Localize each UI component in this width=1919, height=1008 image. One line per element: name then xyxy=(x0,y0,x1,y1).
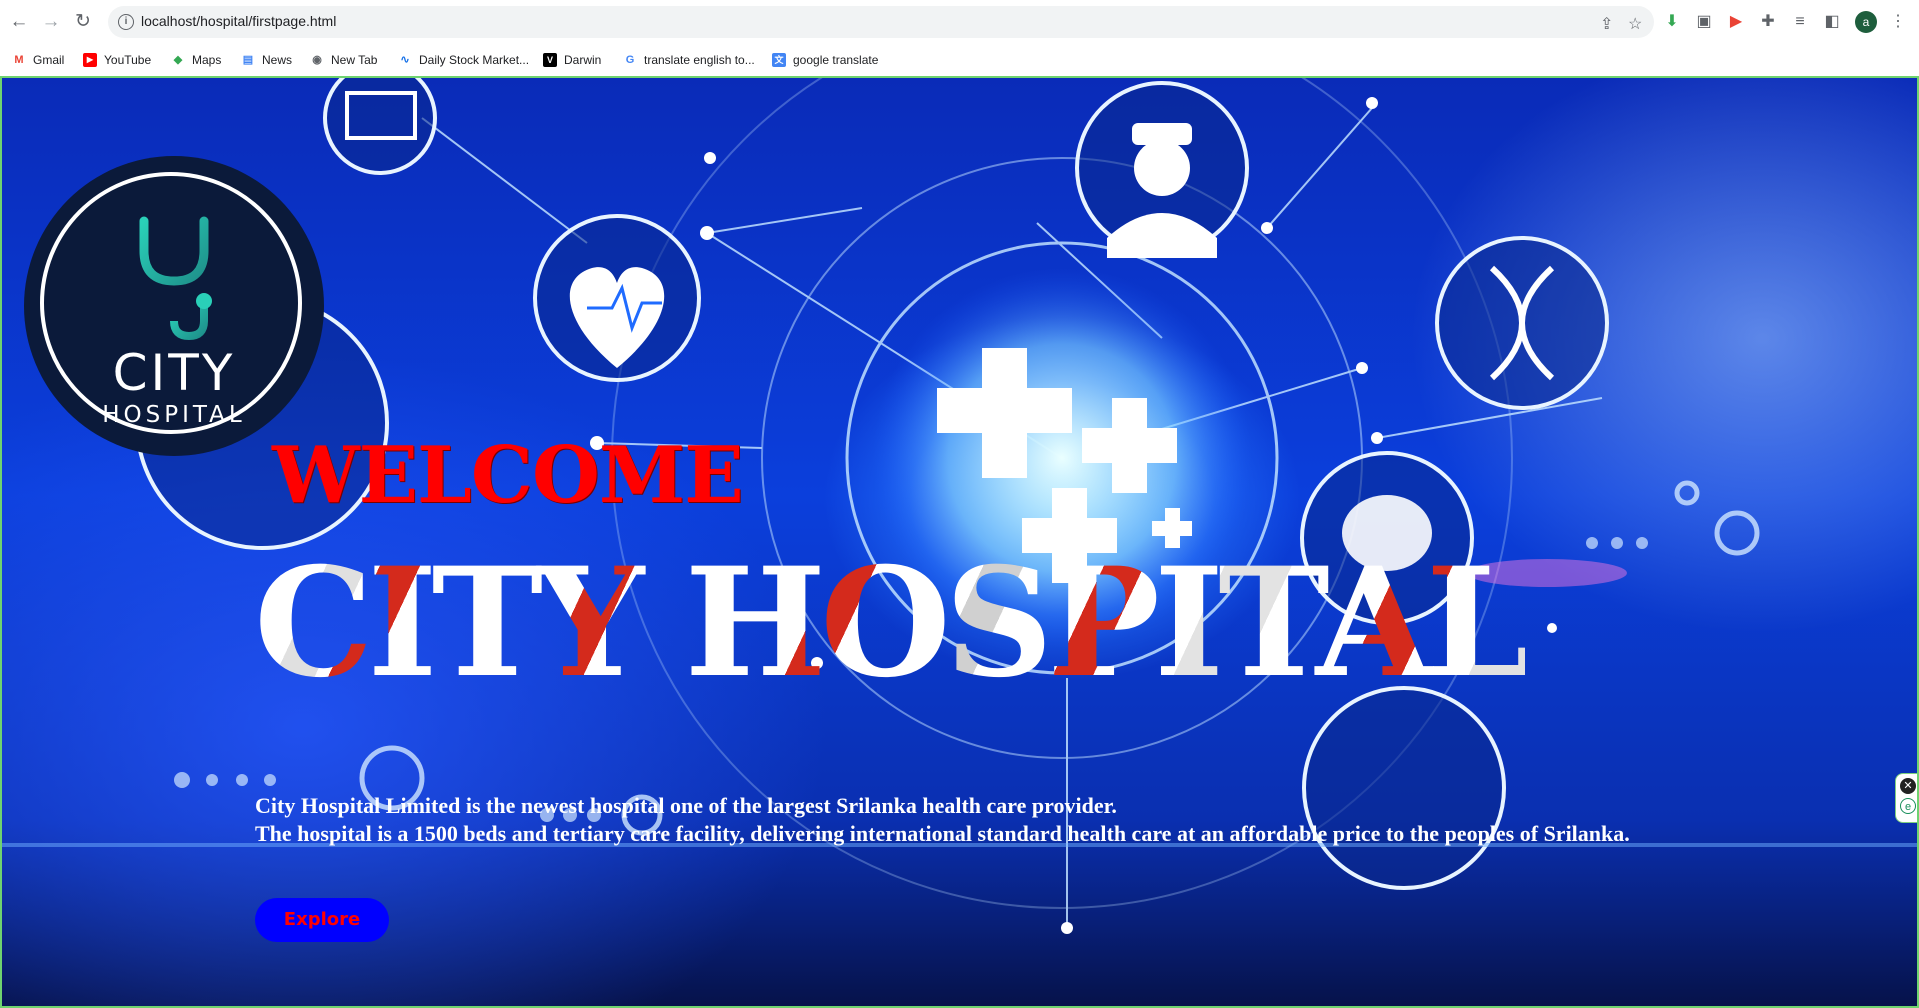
logo-text-city: CITY xyxy=(112,344,236,402)
bookmark-maps[interactable]: ◆ Maps xyxy=(171,51,222,69)
bookmark-label: Gmail xyxy=(33,53,65,67)
explore-button[interactable]: Explore xyxy=(255,898,389,942)
news-icon: ▤ xyxy=(242,54,254,66)
menu-kebab-icon[interactable]: ⋮ xyxy=(1888,12,1908,32)
bookmark-translate-english[interactable]: G translate english to... xyxy=(623,51,755,69)
url-text[interactable]: localhost/hospital/firstpage.html xyxy=(141,13,336,29)
extensions-puzzle-icon[interactable]: ✚ xyxy=(1758,12,1778,32)
side-extension-widget[interactable]: ✕ e xyxy=(1895,773,1917,823)
welcome-heading: WELCOME xyxy=(272,430,744,521)
darwin-icon: V xyxy=(543,53,557,67)
bookmark-news[interactable]: ▤ News xyxy=(241,51,292,69)
bookmark-label: Daily Stock Market... xyxy=(419,53,530,67)
address-bar[interactable]: i localhost/hospital/firstpage.html ⇪ ☆ xyxy=(108,6,1654,38)
hospital-description: City Hospital Limited is the newest hosp… xyxy=(255,792,1630,848)
bookmark-label: YouTube xyxy=(104,53,152,67)
bookmark-label: Maps xyxy=(192,53,222,67)
bookmarks-bar: M Gmail ▶ YouTube ◆ Maps ▤ News ◉ New Ta… xyxy=(0,44,1919,76)
bookmark-darwin[interactable]: V Darwin xyxy=(543,51,601,69)
bookmark-label: News xyxy=(262,53,293,67)
city-hospital-title: CITY HOSPITAL xyxy=(254,535,1531,711)
bookmark-star-icon[interactable]: ☆ xyxy=(1628,14,1642,34)
forward-icon[interactable]: → xyxy=(40,11,62,33)
hero-section: CITY HOSPITAL WELCOME CITY HOSPITAL City… xyxy=(0,76,1919,1008)
maps-pin-icon: ◆ xyxy=(173,54,183,66)
google-g-icon: G xyxy=(625,54,635,66)
gmail-icon: M xyxy=(14,54,24,66)
close-icon[interactable]: ✕ xyxy=(1900,778,1916,794)
site-info-icon[interactable]: i xyxy=(118,14,134,30)
bookmark-label: New Tab xyxy=(331,53,378,67)
description-line-1: City Hospital Limited is the newest hosp… xyxy=(255,793,1117,818)
bookmark-youtube[interactable]: ▶ YouTube xyxy=(83,51,151,69)
share-icon[interactable]: ⇪ xyxy=(1600,14,1613,34)
stock-chart-icon: ∿ xyxy=(400,54,410,66)
logo-text-hospital: HOSPITAL xyxy=(102,402,246,428)
media-control-icon[interactable]: ≡ xyxy=(1790,12,1810,32)
bookmark-daily-stock[interactable]: ∿ Daily Stock Market... xyxy=(398,51,529,69)
bookmark-gmail[interactable]: M Gmail xyxy=(12,51,64,69)
globe-icon: ◉ xyxy=(312,54,322,66)
youtube-icon: ▶ xyxy=(83,53,97,67)
download-extension-icon[interactable]: ⬇ xyxy=(1662,12,1682,32)
bookmark-new-tab[interactable]: ◉ New Tab xyxy=(310,51,377,69)
bookmark-label: Darwin xyxy=(564,53,602,67)
bookmark-google-translate[interactable]: 文 google translate xyxy=(772,51,878,69)
bookmark-label: google translate xyxy=(793,53,879,67)
reload-icon[interactable]: ↻ xyxy=(72,11,94,33)
bookmark-label: translate english to... xyxy=(644,53,755,67)
image-extension-icon[interactable]: ▣ xyxy=(1694,12,1714,32)
stethoscope-icon xyxy=(139,216,212,341)
description-line-2: The hospital is a 1500 beds and tertiary… xyxy=(255,821,1630,846)
city-hospital-logo: CITY HOSPITAL xyxy=(24,156,324,456)
profile-avatar[interactable]: a xyxy=(1855,11,1877,33)
google-translate-icon: 文 xyxy=(772,53,786,67)
side-panel-icon[interactable]: ◧ xyxy=(1822,12,1842,32)
back-icon[interactable]: ← xyxy=(8,11,30,33)
extension-e-icon[interactable]: e xyxy=(1900,798,1916,814)
play-extension-icon[interactable]: ▶ xyxy=(1726,12,1746,32)
browser-toolbar: ← → ↻ i localhost/hospital/firstpage.htm… xyxy=(0,0,1919,44)
